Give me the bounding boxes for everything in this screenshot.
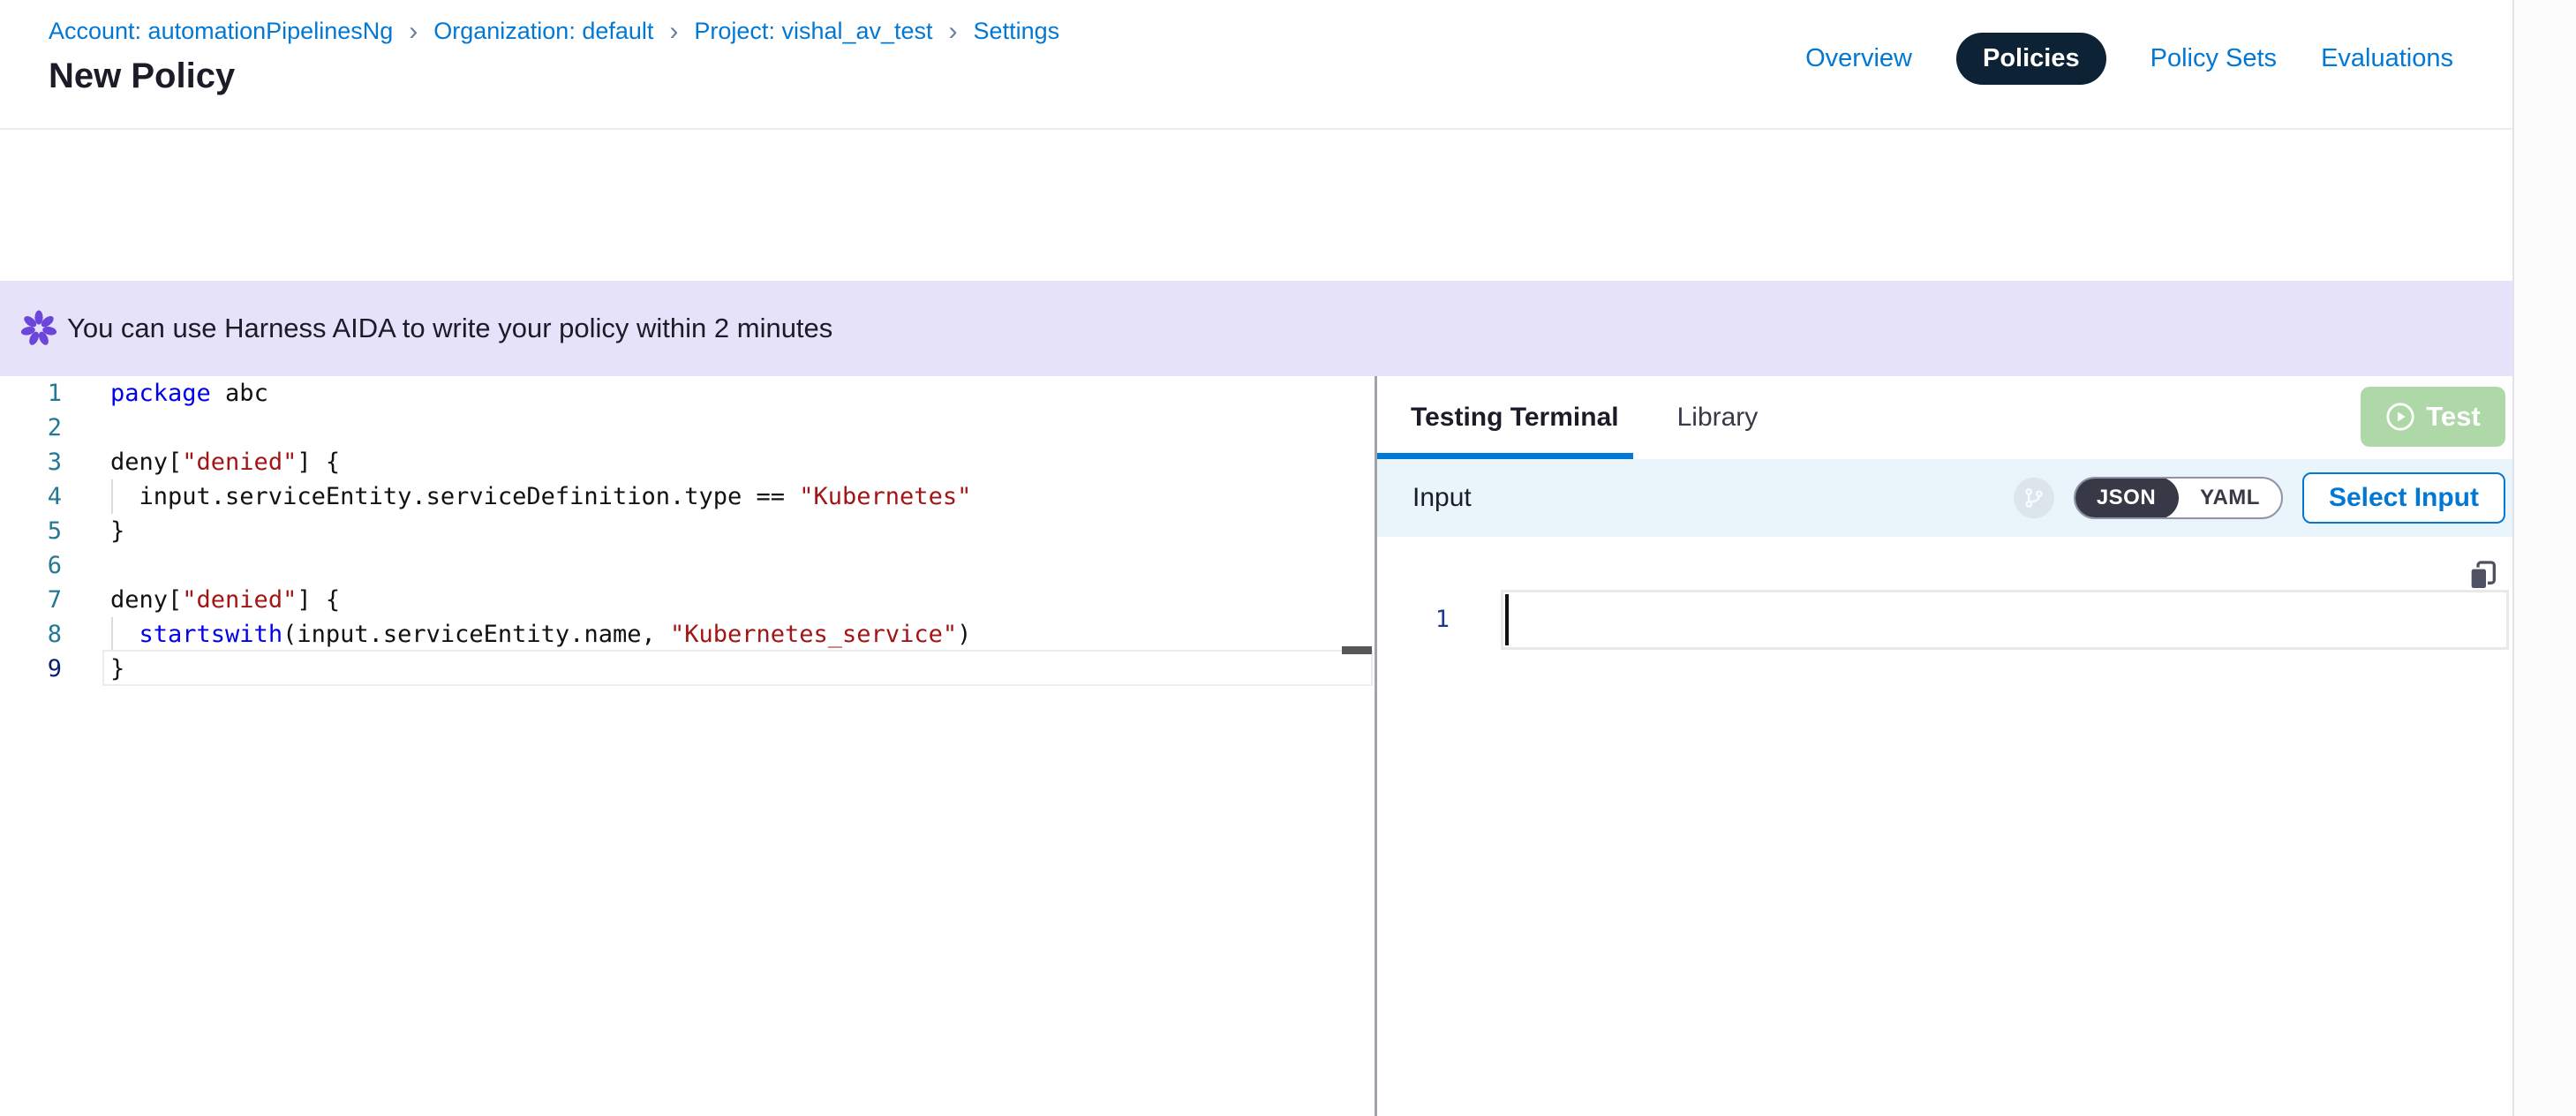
test-input-editor[interactable]: 1	[1377, 537, 2512, 1116]
governance-nav-tabs: Overview Policies Policy Sets Evaluation…	[1805, 32, 2453, 85]
line-number: 8	[0, 617, 62, 652]
test-button-label: Test	[2426, 401, 2480, 433]
select-input-button[interactable]: Select Input	[2302, 472, 2505, 524]
overview-ruler-cursor-mark	[1342, 646, 1372, 654]
line-number: 4	[0, 479, 62, 514]
code-line-3: 3 deny["denied"] {	[0, 445, 1375, 479]
breadcrumb-account[interactable]: Account: automationPipelinesNg	[49, 18, 393, 45]
line-number: 7	[0, 583, 62, 617]
breadcrumb-project[interactable]: Project: vishal_av_test	[694, 18, 932, 45]
page: Account: automationPipelinesNg › Organiz…	[0, 0, 2512, 1116]
page-header: Account: automationPipelinesNg › Organiz…	[0, 0, 2512, 130]
line-content: startswith(input.serviceEntity.name, "Ku…	[110, 617, 971, 652]
tab-library[interactable]: Library	[1677, 403, 1759, 433]
tab-policies[interactable]: Policies	[1956, 33, 2106, 85]
branch-icon	[2014, 478, 2054, 518]
line-content: input.serviceEntity.serviceDefinition.ty…	[110, 479, 971, 514]
page-right-gutter	[2512, 0, 2576, 1116]
tab-overview[interactable]: Overview	[1805, 44, 1912, 73]
chevron-right-icon: ›	[949, 19, 958, 43]
terminal-tabs: Testing Terminal Library Test	[1377, 376, 2512, 459]
format-json-option[interactable]: JSON	[2074, 477, 2179, 519]
line-content: }	[110, 514, 124, 548]
line-content: package abc	[110, 376, 268, 411]
code-line-6: 6	[0, 548, 1375, 583]
line-number: 6	[0, 548, 62, 583]
input-line-number: 1	[1377, 590, 1450, 650]
text-cursor	[1505, 594, 1509, 645]
aida-flower-icon	[19, 309, 58, 348]
chevron-right-icon: ›	[409, 19, 418, 43]
code-line-7: 7 deny["denied"] {	[0, 583, 1375, 617]
breadcrumb: Account: automationPipelinesNg › Organiz…	[49, 18, 1059, 45]
breadcrumb-settings[interactable]: Settings	[974, 18, 1060, 45]
play-circle-icon	[2385, 402, 2415, 432]
policy-code-editor[interactable]: 1package abc23deny["denied"] {4 input.se…	[0, 376, 1375, 1116]
line-content: }	[110, 652, 124, 686]
code-line-4: 4 input.serviceEntity.serviceDefinition.…	[0, 479, 1375, 514]
line-number: 9	[0, 652, 62, 686]
aida-banner: You can use Harness AIDA to write your p…	[0, 281, 2512, 376]
test-button[interactable]: Test	[2361, 387, 2505, 447]
active-tab-underline	[1377, 453, 1633, 459]
line-number: 2	[0, 411, 62, 445]
input-current-line-highlight	[1501, 590, 2509, 650]
tab-evaluations[interactable]: Evaluations	[2321, 44, 2453, 73]
line-content: deny["denied"] {	[110, 583, 340, 617]
breadcrumb-organization[interactable]: Organization: default	[433, 18, 653, 45]
tab-testing-terminal[interactable]: Testing Terminal	[1411, 403, 1619, 433]
line-number: 1	[0, 376, 62, 411]
input-editor-line: 1	[1377, 590, 2512, 650]
chevron-right-icon: ›	[669, 19, 678, 43]
format-toggle: JSON YAML	[2074, 477, 2283, 519]
policy-toolbar: Default_Service_Policy Save Discard	[0, 130, 2512, 281]
code-line-8: 8 startswith(input.serviceEntity.name, "…	[0, 617, 1375, 652]
page-title: New Policy	[49, 57, 235, 96]
input-section-header: Input JSON YAML Select Input	[1377, 459, 2512, 537]
copy-icon[interactable]	[2465, 558, 2500, 593]
line-content: deny["denied"] {	[110, 445, 340, 479]
code-line-9: 9}	[0, 652, 1375, 686]
tab-policy-sets[interactable]: Policy Sets	[2150, 44, 2277, 73]
policy-code-lines: 1package abc23deny["denied"] {4 input.se…	[0, 376, 1375, 686]
code-line-2: 2	[0, 411, 1375, 445]
line-number: 3	[0, 445, 62, 479]
line-number: 5	[0, 514, 62, 548]
code-line-5: 5}	[0, 514, 1375, 548]
testing-terminal-panel: Testing Terminal Library Test Input	[1377, 376, 2512, 1116]
format-yaml-option[interactable]: YAML	[2179, 486, 2281, 510]
aida-banner-message: You can use Harness AIDA to write your p…	[67, 281, 832, 376]
input-label: Input	[1412, 483, 1472, 513]
code-line-1: 1 package abc	[0, 376, 1375, 411]
